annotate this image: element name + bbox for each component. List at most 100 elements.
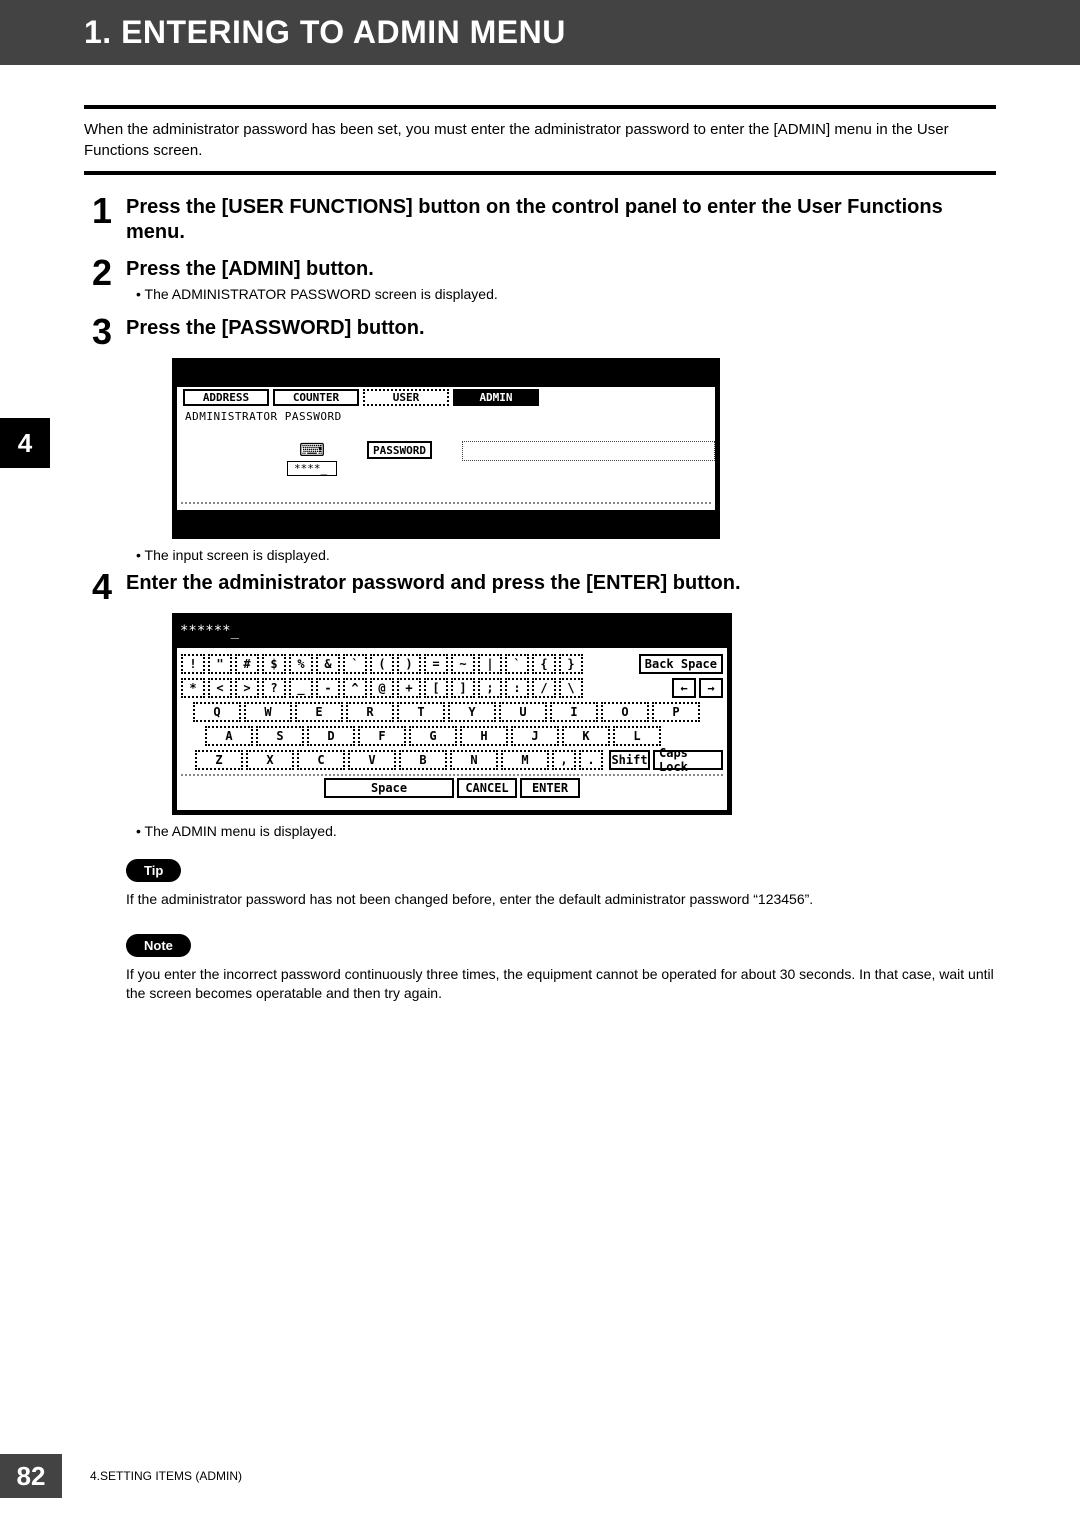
kb-row-3: Q W E R T Y U I O P	[181, 702, 723, 722]
capslock-key[interactable]: Caps Lock	[653, 750, 723, 770]
key[interactable]: "	[208, 654, 232, 674]
key[interactable]: U	[499, 702, 547, 722]
key[interactable]: H	[460, 726, 508, 746]
key[interactable]: =	[424, 654, 448, 674]
arrow-left-key[interactable]: ←	[672, 678, 696, 698]
password-field[interactable]	[462, 441, 715, 461]
screenshot-password-prompt: ADDRESS COUNTER USER ADMIN ADMINISTRATOR…	[172, 358, 996, 539]
space-key[interactable]: Space	[324, 778, 454, 798]
key[interactable]: [	[424, 678, 448, 698]
key[interactable]: |	[478, 654, 502, 674]
tab-counter[interactable]: COUNTER	[273, 389, 359, 406]
step-title: Enter the administrator password and pre…	[126, 571, 996, 596]
backspace-key[interactable]: Back Space	[639, 654, 723, 674]
step-number: 4	[84, 569, 120, 605]
password-button[interactable]: PASSWORD	[367, 441, 432, 459]
key[interactable]: ^	[343, 678, 367, 698]
key[interactable]: F	[358, 726, 406, 746]
step-title: Press the [PASSWORD] button.	[126, 316, 996, 341]
key[interactable]: Z	[195, 750, 243, 770]
chapter-tab: 4	[0, 418, 50, 468]
key[interactable]: B	[399, 750, 447, 770]
tip-badge: Tip	[126, 859, 181, 882]
step-2: 2 Press the [ADMIN] button. The ADMINIST…	[84, 255, 996, 308]
key[interactable]: Y	[448, 702, 496, 722]
key[interactable]: \	[559, 678, 583, 698]
key[interactable]: /	[532, 678, 556, 698]
key[interactable]: +	[397, 678, 421, 698]
step-bullet: The ADMINISTRATOR PASSWORD screen is dis…	[136, 286, 996, 302]
key[interactable]: ~	[451, 654, 475, 674]
key[interactable]: L	[613, 726, 661, 746]
key[interactable]: K	[562, 726, 610, 746]
key[interactable]: >	[235, 678, 259, 698]
key[interactable]: Q	[193, 702, 241, 722]
key[interactable]: M	[501, 750, 549, 770]
key[interactable]: #	[235, 654, 259, 674]
step-3: 3 Press the [PASSWORD] button.	[84, 314, 996, 350]
shift-key[interactable]: Shift	[609, 750, 650, 770]
tab-address[interactable]: ADDRESS	[183, 389, 269, 406]
key[interactable]: E	[295, 702, 343, 722]
key[interactable]: -	[316, 678, 340, 698]
key[interactable]: I	[550, 702, 598, 722]
step-1: 1 Press the [USER FUNCTIONS] button on t…	[84, 193, 996, 249]
key[interactable]: `	[343, 654, 367, 674]
key[interactable]: X	[246, 750, 294, 770]
key[interactable]: J	[511, 726, 559, 746]
footer-section-label: 4.SETTING ITEMS (ADMIN)	[90, 1469, 242, 1483]
key[interactable]: ;	[478, 678, 502, 698]
key[interactable]: C	[297, 750, 345, 770]
key[interactable]: R	[346, 702, 394, 722]
arrow-right-key[interactable]: →	[699, 678, 723, 698]
key[interactable]: S	[256, 726, 304, 746]
key[interactable]: (	[370, 654, 394, 674]
step-4-result: The ADMIN menu is displayed.	[136, 823, 996, 839]
key[interactable]: W	[244, 702, 292, 722]
key[interactable]: ?	[262, 678, 286, 698]
step-number: 2	[84, 255, 120, 291]
key[interactable]: %	[289, 654, 313, 674]
key[interactable]: :	[505, 678, 529, 698]
key[interactable]: A	[205, 726, 253, 746]
key[interactable]: D	[307, 726, 355, 746]
note-text: If you enter the incorrect password cont…	[126, 965, 996, 1004]
step-3-result: The input screen is displayed.	[136, 547, 996, 563]
tip-text: If the administrator password has not be…	[126, 890, 996, 910]
typed-value: ******_	[176, 621, 728, 647]
key[interactable]: `	[505, 654, 529, 674]
key[interactable]: }	[559, 654, 583, 674]
page-header: 1. ENTERING TO ADMIN MENU	[0, 0, 1080, 65]
cancel-key[interactable]: CANCEL	[457, 778, 517, 798]
key[interactable]: P	[652, 702, 700, 722]
key[interactable]: $	[262, 654, 286, 674]
tab-user[interactable]: USER	[363, 389, 449, 406]
step-number: 1	[84, 193, 120, 229]
key[interactable]: {	[532, 654, 556, 674]
tab-admin[interactable]: ADMIN	[453, 389, 539, 406]
key[interactable]: _	[289, 678, 313, 698]
key[interactable]: V	[348, 750, 396, 770]
key[interactable]: *	[181, 678, 205, 698]
key[interactable]: &	[316, 654, 340, 674]
key[interactable]: !	[181, 654, 205, 674]
key[interactable]: G	[409, 726, 457, 746]
kb-row-5: Z X C V B N M , . Shift Caps Lock	[181, 750, 723, 770]
enter-key[interactable]: ENTER	[520, 778, 580, 798]
page-footer: 82 4.SETTING ITEMS (ADMIN)	[0, 1454, 242, 1498]
key[interactable]: ]	[451, 678, 475, 698]
content-area: When the administrator password has been…	[0, 65, 1080, 1004]
screenshot-keyboard: ******_ ! " # $ % & ` ( ) = ~ | ` {	[172, 613, 996, 815]
key[interactable]: T	[397, 702, 445, 722]
tabs-row: ADDRESS COUNTER USER ADMIN	[177, 387, 715, 408]
password-mask: ****_	[287, 461, 337, 476]
key[interactable]: .	[579, 750, 603, 770]
rule-bottom	[84, 171, 996, 175]
key[interactable]: @	[370, 678, 394, 698]
key[interactable]: )	[397, 654, 421, 674]
note-badge: Note	[126, 934, 191, 957]
key[interactable]: O	[601, 702, 649, 722]
key[interactable]: N	[450, 750, 498, 770]
key[interactable]: <	[208, 678, 232, 698]
key[interactable]: ,	[552, 750, 576, 770]
